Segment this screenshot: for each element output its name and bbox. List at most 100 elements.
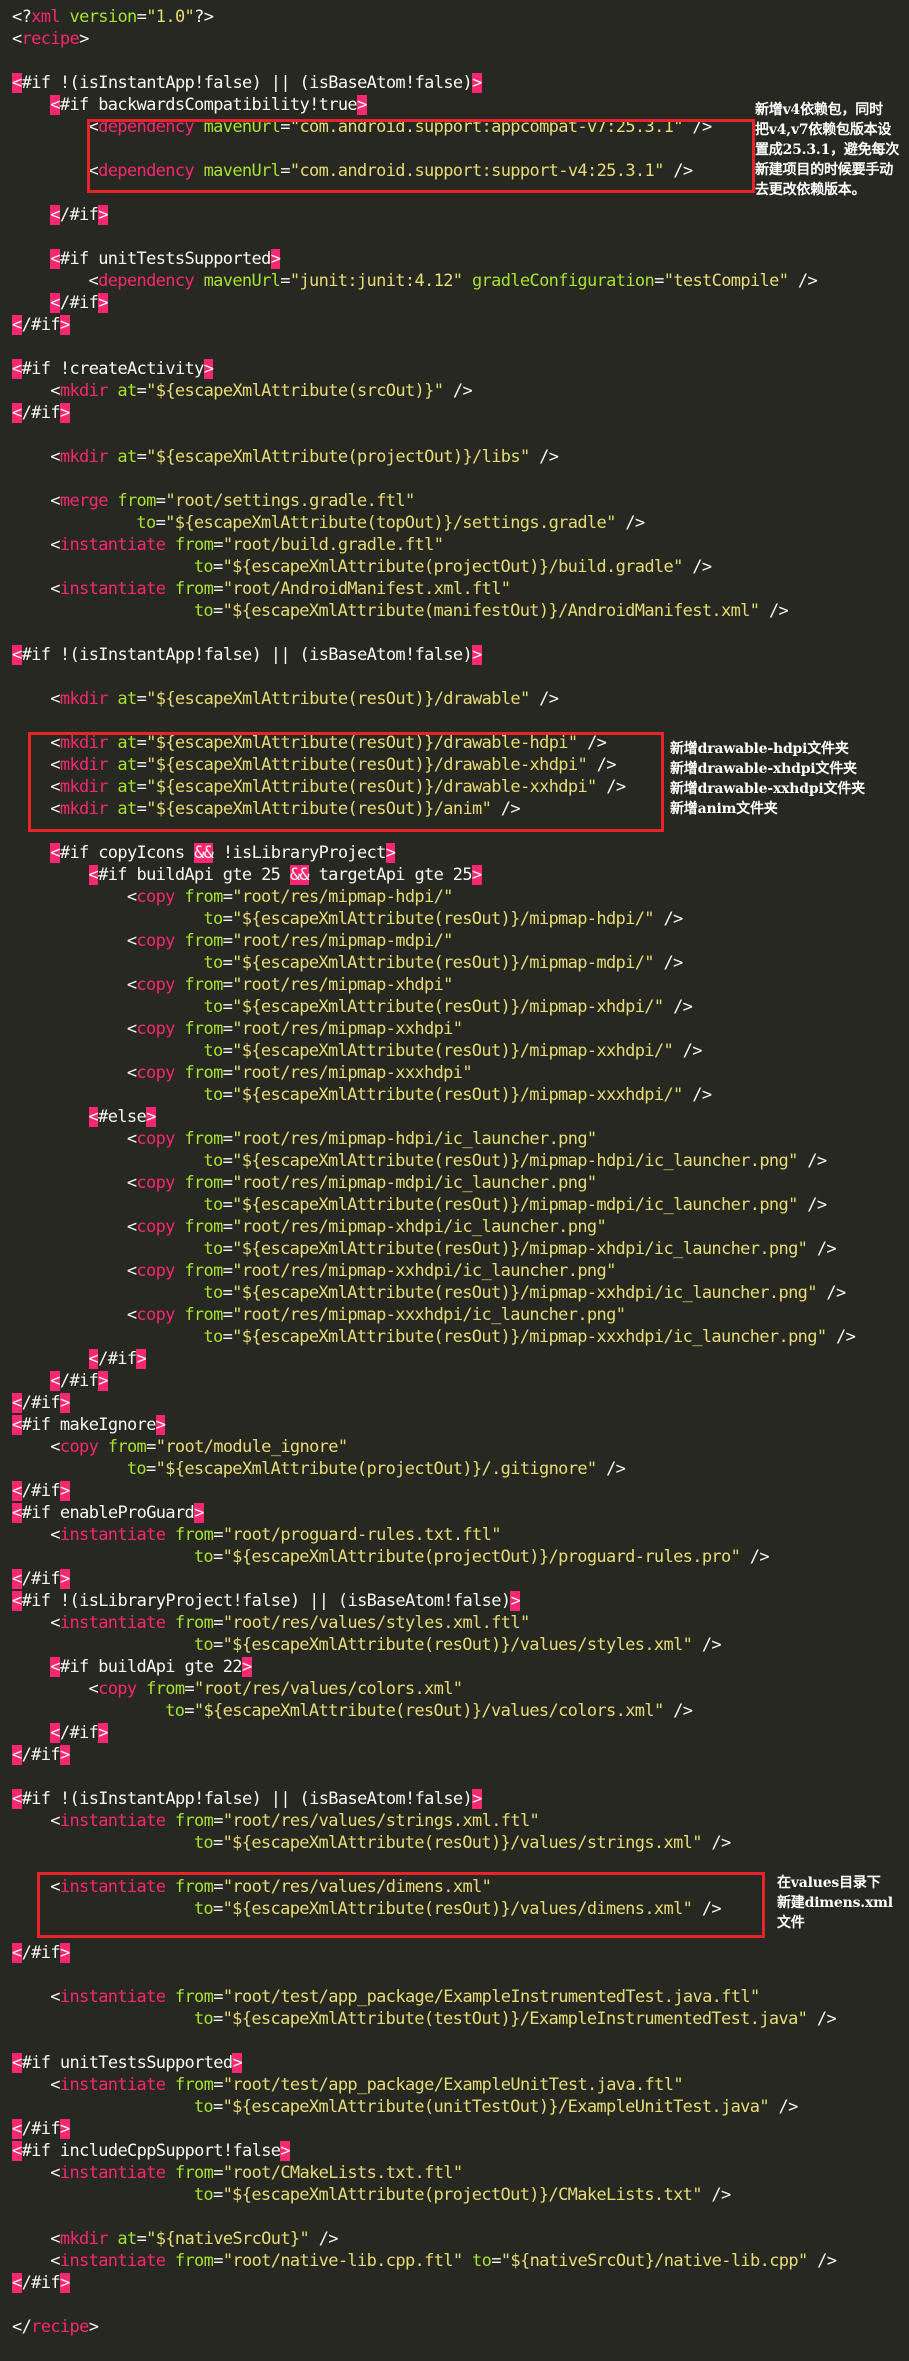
code-token: = — [184, 1701, 194, 1721]
code-token: > — [472, 1789, 482, 1809]
code-line: <#if enableProGuard> — [12, 1502, 204, 1524]
code-line: </#if> — [12, 314, 70, 336]
code-line: </#if> — [12, 402, 70, 424]
code-token: "${escapeXmlAttribute(projectOut)}/build… — [222, 557, 684, 577]
code-token: /> — [673, 1041, 703, 1061]
code-token: "${escapeXmlAttribute(resOut)}/mipmap-xx… — [232, 1327, 827, 1347]
code-token: "${escapeXmlAttribute(resOut)}/mipmap-md… — [232, 1195, 798, 1215]
code-token: instantiate — [59, 1613, 166, 1633]
code-token: /> — [807, 1239, 837, 1259]
code-token: < — [126, 1217, 137, 1237]
code-line: to="${escapeXmlAttribute(resOut)}/mipmap… — [203, 1084, 712, 1106]
code-line: <#if !(isInstantApp!false) || (isBaseAto… — [12, 72, 482, 94]
code-token: /> — [663, 1701, 693, 1721]
code-token: = — [213, 557, 223, 577]
code-token: < — [50, 1613, 60, 1633]
code-token: /#if — [21, 1393, 61, 1413]
code-token: "1.0" — [146, 7, 195, 27]
code-token: /> — [653, 953, 683, 973]
code-token: < — [12, 29, 22, 49]
code-token: "root/test/app_package/ExampleInstrument… — [222, 1987, 760, 2007]
code-token: /#if — [59, 205, 99, 225]
code-token: mkdir — [59, 381, 109, 401]
code-token: /> — [740, 1547, 770, 1567]
code-token: = — [222, 1085, 233, 1105]
code-token: "root/res/values/colors.xml" — [194, 1679, 463, 1699]
code-token: "root/native-lib.cpp.ftl" — [222, 2251, 463, 2271]
code-token: = — [222, 1327, 233, 1347]
code-token: = — [222, 1283, 233, 1303]
code-token: = — [222, 1195, 233, 1215]
code-token: /> — [826, 1327, 856, 1347]
code-token: /#if — [21, 1745, 61, 1765]
code-line: <?xml version="1.0"?> — [12, 6, 214, 28]
annotation-dimens-note: 在values目录下 新建dimens.xml 文件 — [777, 1873, 893, 1933]
code-token: /> — [663, 997, 693, 1017]
code-line: <copy from="root/res/mipmap-xxxhdpi" — [127, 1062, 473, 1084]
code-token: < — [50, 205, 60, 225]
code-line: to="${escapeXmlAttribute(manifestOut)}/A… — [194, 600, 789, 622]
code-line: <copy from="root/res/mipmap-mdpi/ic_laun… — [127, 1172, 597, 1194]
code-token: = — [213, 2009, 223, 2029]
code-token: < — [12, 1415, 22, 1435]
code-token: to — [462, 2251, 492, 2271]
code-token: < — [50, 2075, 60, 2095]
code-line: <copy from="root/res/mipmap-mdpi/" — [126, 930, 454, 952]
code-token: from — [165, 1811, 214, 1831]
code-token: /#if — [21, 403, 61, 423]
code-token: < — [126, 1261, 137, 1281]
code-token: copy — [136, 1063, 175, 1083]
code-token: to — [203, 1195, 223, 1215]
code-token: = — [213, 1525, 223, 1545]
code-token: < — [50, 249, 60, 269]
code-token: "${escapeXmlAttribute(projectOut)}/libs" — [146, 447, 530, 467]
code-token: < — [50, 535, 60, 555]
code-token: "${escapeXmlAttribute(resOut)}/mipmap-xx… — [232, 1085, 683, 1105]
code-token: /> — [529, 689, 559, 709]
code-token: /> — [692, 1635, 722, 1655]
annotation-line: 新增drawable-xhdpi文件夹 — [670, 761, 857, 777]
code-token: = — [222, 1305, 233, 1325]
code-token: /> — [682, 1085, 712, 1105]
code-token: > — [98, 1371, 108, 1391]
code-token: = — [213, 535, 223, 555]
code-line: <recipe> — [12, 28, 89, 50]
code-token: "${escapeXmlAttribute(resOut)}/values/st… — [222, 1635, 693, 1655]
code-token: < — [12, 1943, 22, 1963]
code-token: /> — [701, 2185, 731, 2205]
code-token: at — [107, 447, 137, 467]
code-token: instantiate — [59, 1987, 166, 2007]
code-token: #if !(isInstantApp!false) || (isBaseAtom… — [21, 73, 473, 93]
code-token: > — [59, 2119, 70, 2139]
code-token: /> — [443, 381, 473, 401]
code-token: < — [126, 931, 137, 951]
code-line: </#if> — [50, 292, 108, 314]
code-token: "testCompile" — [663, 271, 789, 291]
code-token: instantiate — [59, 2251, 166, 2271]
code-line: </recipe> — [12, 2316, 99, 2338]
code-token: "root/CMakeLists.txt.ftl" — [222, 2163, 463, 2183]
code-token: from — [165, 1525, 214, 1545]
code-token: <? — [12, 7, 32, 27]
code-line: to="${escapeXmlAttribute(resOut)}/mipmap… — [203, 908, 683, 930]
code-token: > — [79, 29, 89, 49]
code-token: = — [222, 1019, 233, 1039]
code-line: </#if> — [50, 1370, 108, 1392]
code-token: #if buildApi gte 22 — [59, 1657, 243, 1677]
code-token: = — [136, 381, 147, 401]
code-token: from — [107, 491, 156, 511]
code-token: copy — [136, 887, 175, 907]
code-token: = — [222, 1173, 233, 1193]
code-token: /> — [807, 2009, 837, 2029]
annotation-line: 新增v4依赖包，同时 — [755, 102, 883, 118]
annotation-line: 置成25.3.1，避免每次 — [755, 142, 900, 158]
code-line: <copy from="root/res/mipmap-xxhdpi" — [127, 1018, 463, 1040]
code-line: <#if !(isInstantApp!false) || (isBaseAto… — [12, 1788, 482, 1810]
code-token: to — [203, 1151, 223, 1171]
code-line: </#if> — [12, 1568, 70, 1590]
code-token: #if includeCppSupport!false — [21, 2141, 281, 2161]
code-token: /#if — [21, 2273, 61, 2293]
code-token: !isLibraryProject — [213, 843, 387, 863]
code-line: <merge from="root/settings.gradle.ftl" — [50, 490, 415, 512]
code-line: </#if> — [12, 1744, 70, 1766]
